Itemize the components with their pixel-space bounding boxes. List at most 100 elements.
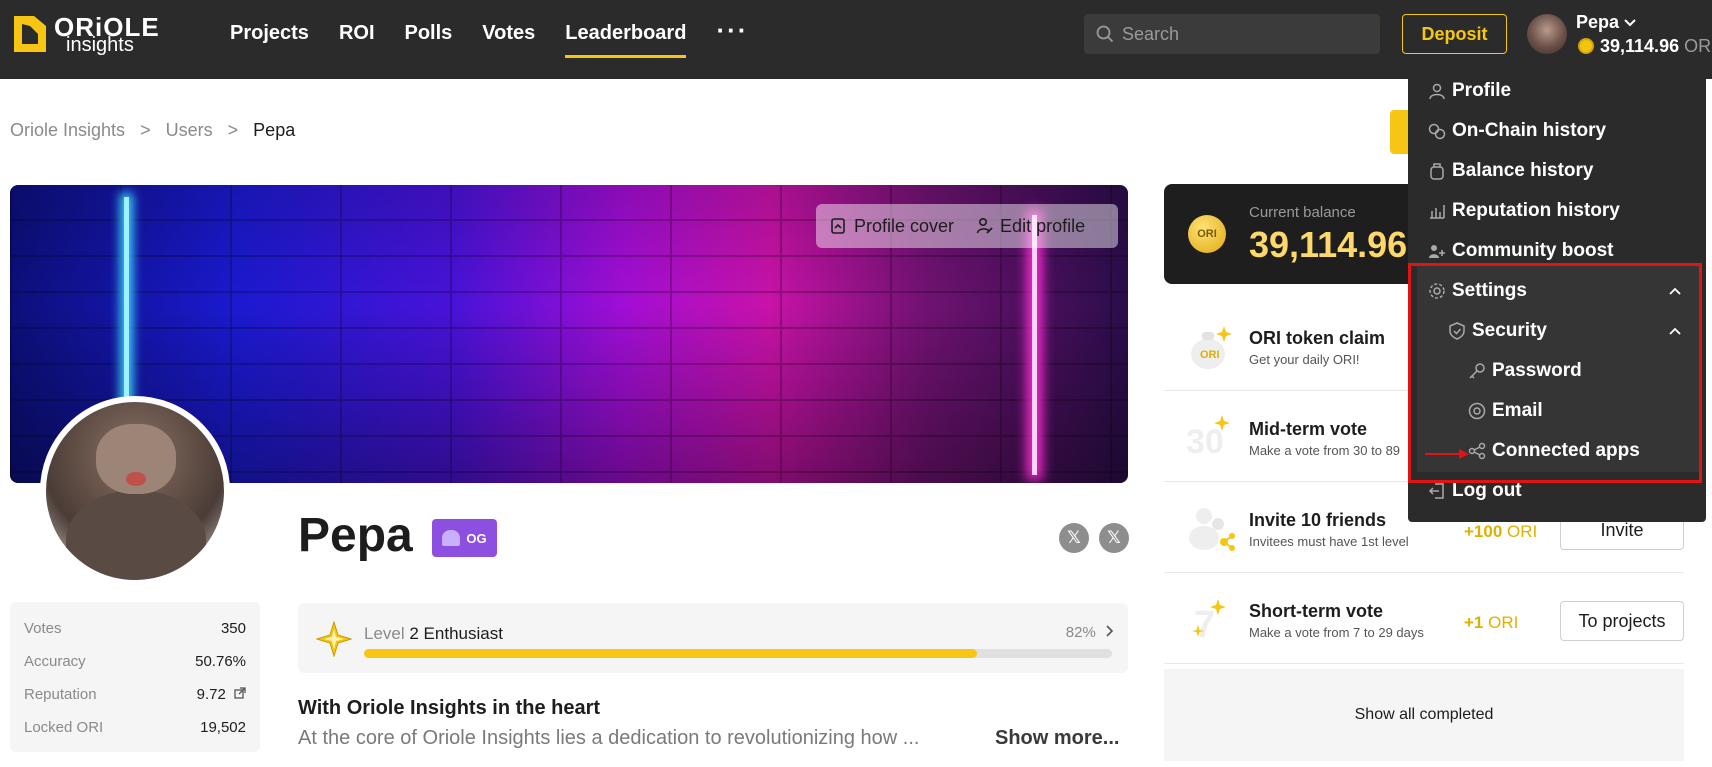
menu-label: On-Chain history xyxy=(1452,120,1607,141)
stat-value: 50.76% xyxy=(195,653,246,670)
stats-panel: Votes 350 Accuracy 50.76% Reputation 9.7… xyxy=(10,602,260,752)
task-reward-unit: ORI xyxy=(1488,613,1519,632)
level-text: Level 2 Enthusiast xyxy=(364,624,503,644)
hidden-action-button[interactable] xyxy=(1390,110,1410,154)
annotation-arrow-icon xyxy=(1425,449,1469,459)
profile-avatar xyxy=(40,396,230,586)
edit-profile-button[interactable]: Edit profile xyxy=(976,216,1085,237)
profile-cover-label: Profile cover xyxy=(854,215,955,236)
breadcrumb-users[interactable]: Users xyxy=(166,120,213,140)
header-balance-unit: ORI xyxy=(1684,36,1712,56)
nav-polls[interactable]: Polls xyxy=(405,0,453,66)
nav-projects[interactable]: Projects xyxy=(230,0,309,66)
oriole-logo[interactable]: ORiOLE insights xyxy=(12,12,172,56)
task-title: ORI token claim xyxy=(1249,328,1386,348)
menu-item-reputation-history[interactable]: Reputation history xyxy=(1428,193,1620,229)
stat-reputation: Reputation 9.72 xyxy=(24,678,246,711)
balance-card: ORI Current balance 39,114.96 xyxy=(1164,184,1424,284)
coin-icon xyxy=(1578,38,1594,54)
nav-roi[interactable]: ROI xyxy=(339,0,375,66)
search-icon xyxy=(1096,25,1114,43)
menu-label: Log out xyxy=(1452,480,1522,501)
about-text: At the core of Oriole Insights lies a de… xyxy=(298,727,920,749)
stat-votes: Votes 350 xyxy=(24,612,246,645)
chart-icon xyxy=(1430,205,1445,219)
level-name: 2 Enthusiast xyxy=(409,624,503,643)
chain-icon xyxy=(1428,123,1446,140)
task-item: 7 Short-term vote Make a vote from 7 to … xyxy=(1164,573,1684,664)
stat-label: Reputation xyxy=(24,686,97,703)
task-subtitle: Make a vote from 7 to 29 days xyxy=(1249,625,1424,640)
breadcrumb-current: Pepa xyxy=(253,120,296,140)
menu-label: Balance history xyxy=(1452,160,1594,181)
show-all-completed-button[interactable]: Show all completed xyxy=(1164,669,1684,761)
breadcrumb-home[interactable]: Oriole Insights xyxy=(10,120,125,140)
og-badge-label: OG xyxy=(466,530,487,546)
svg-text:ORI: ORI xyxy=(1200,349,1220,361)
stat-value-with-link: 9.72 xyxy=(197,686,246,703)
users-boost-icon xyxy=(1429,245,1445,258)
user-avatar[interactable] xyxy=(1527,14,1567,54)
stat-value: 9.72 xyxy=(196,686,226,703)
level-card[interactable]: Level 2 Enthusiast 82% xyxy=(298,603,1128,673)
wallet-icon xyxy=(1430,163,1444,180)
ori-coin-icon: ORI xyxy=(1188,215,1226,253)
image-edit-icon xyxy=(831,218,845,234)
breadcrumb-separator: > xyxy=(140,120,151,140)
profile-cover-button[interactable]: Profile cover xyxy=(830,216,954,237)
about-title: With Oriole Insights in the heart xyxy=(298,697,601,719)
menu-item-onchain-history[interactable]: On-Chain history xyxy=(1428,113,1606,149)
balance-label: Current balance xyxy=(1249,204,1356,221)
stat-label: Votes xyxy=(24,620,62,637)
level-prefix: Level xyxy=(364,624,405,643)
task-subtitle: Get your daily ORI! xyxy=(1249,352,1360,367)
x-social-button[interactable]: 𝕏 xyxy=(1099,523,1129,553)
breadcrumb-separator: > xyxy=(227,120,239,140)
nav-votes[interactable]: Votes xyxy=(482,0,535,66)
chevron-down-icon xyxy=(1624,19,1636,27)
to-projects-button[interactable]: To projects xyxy=(1560,601,1684,641)
header-balance: 39,114.96 ORI xyxy=(1578,36,1712,57)
profile-name: Pepa xyxy=(298,509,413,562)
deposit-button[interactable]: Deposit xyxy=(1402,14,1507,54)
stat-value: 19,502 xyxy=(200,719,246,736)
more-menu-icon[interactable]: ··· xyxy=(716,0,748,79)
search-input[interactable] xyxy=(1122,23,1362,45)
task-title: Invite 10 friends xyxy=(1249,510,1387,530)
money-bag-icon: ORI xyxy=(1191,326,1232,369)
menu-item-balance-history[interactable]: Balance history xyxy=(1428,153,1594,189)
user-icon xyxy=(1429,83,1445,100)
show-more-link[interactable]: Show more... xyxy=(995,727,1119,750)
level-percent-value: 82% xyxy=(1065,624,1096,641)
mid-term-icon: 30 xyxy=(1186,415,1230,461)
invite-friends-icon xyxy=(1189,508,1235,551)
stat-value: 350 xyxy=(220,620,246,637)
svg-text:7: 7 xyxy=(1194,604,1215,645)
menu-label: Reputation history xyxy=(1452,200,1620,221)
edit-profile-label: Edit profile xyxy=(1000,215,1086,236)
stat-locked-ori: Locked ORI 19,502 xyxy=(24,711,246,744)
external-link-icon[interactable] xyxy=(234,687,246,699)
task-reward-unit: ORI xyxy=(1507,522,1538,541)
og-badge: OG xyxy=(432,519,497,557)
ghost-icon xyxy=(442,530,461,546)
search-box[interactable] xyxy=(1084,14,1380,54)
cover-actions: Profile cover Edit profile xyxy=(816,204,1118,248)
user-menu-toggle[interactable]: Pepa xyxy=(1576,12,1636,33)
svg-text:30: 30 xyxy=(1186,423,1224,461)
menu-item-profile[interactable]: Profile xyxy=(1428,73,1511,109)
nav-leaderboard[interactable]: Leaderboard xyxy=(565,0,687,66)
chevron-right-icon xyxy=(1106,625,1114,637)
task-reward: +100 ORI xyxy=(1464,522,1537,542)
short-term-icon: 7 xyxy=(1192,599,1226,645)
user-name: Pepa xyxy=(1576,12,1620,32)
header-balance-value: 39,114.96 xyxy=(1600,36,1680,56)
breadcrumb: Oriole Insights > Users > Pepa xyxy=(10,120,295,141)
task-subtitle: Make a vote from 30 to 89 xyxy=(1249,443,1401,458)
neon-light-pink xyxy=(1032,215,1037,475)
x-social-button[interactable]: 𝕏 xyxy=(1059,523,1089,553)
task-title: Short-term vote xyxy=(1249,601,1384,621)
logo-subtitle: insights xyxy=(66,34,134,56)
task-title: Mid-term vote xyxy=(1249,419,1368,439)
level-progress-fill xyxy=(364,649,978,658)
